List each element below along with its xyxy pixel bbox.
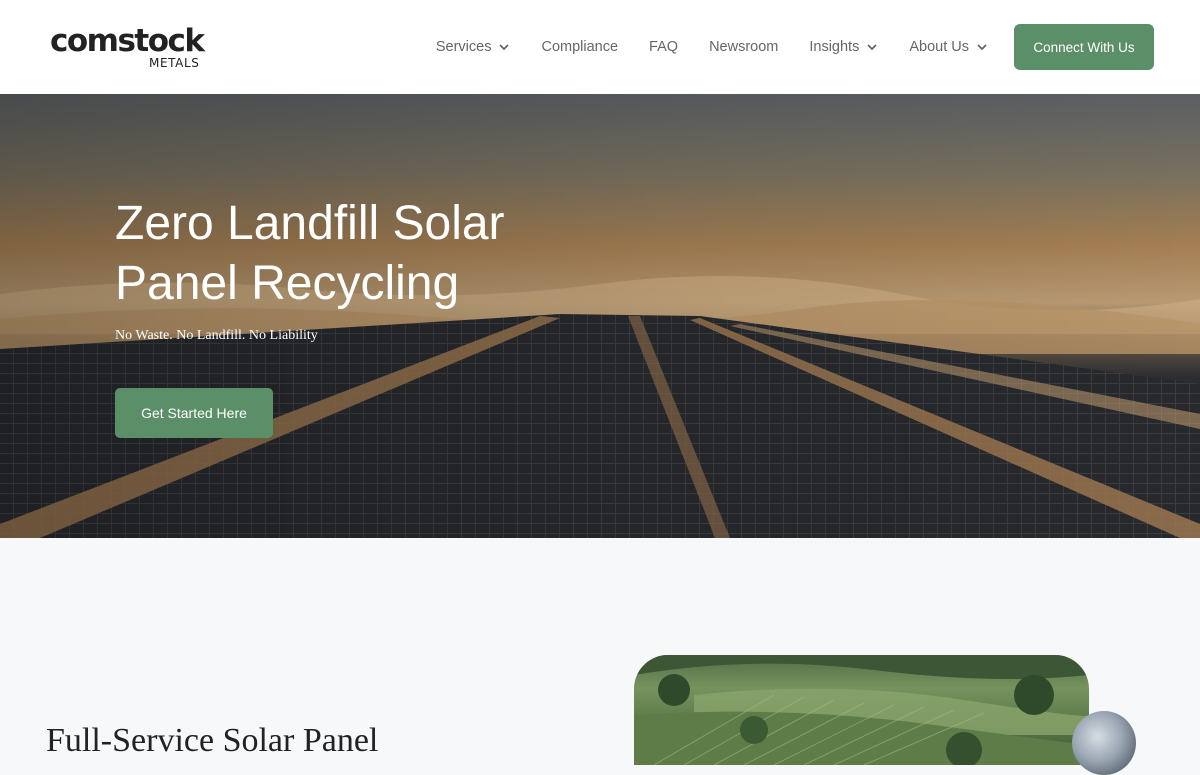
hero-overlay xyxy=(0,94,1200,538)
hero-subtitle: No Waste. No Landfill. No Liability xyxy=(115,328,318,343)
nav-item-insights[interactable]: Insights xyxy=(809,39,878,55)
nav-item-compliance[interactable]: Compliance xyxy=(541,39,618,55)
nav-item-newsroom[interactable]: Newsroom xyxy=(709,39,778,55)
main-nav: Services Compliance FAQ Newsroom Insight… xyxy=(436,24,1154,70)
nav-item-faq[interactable]: FAQ xyxy=(649,39,678,55)
connect-button[interactable]: Connect With Us xyxy=(1014,24,1154,70)
nav-item-about-us[interactable]: About Us xyxy=(909,39,988,55)
nav-label: Insights xyxy=(809,39,860,55)
hero-title: Zero Landfill Solar Panel Recycling xyxy=(115,197,505,310)
brand-logo[interactable]: comstock METALS xyxy=(50,22,220,74)
site-header: comstock METALS Services Compliance FAQ … xyxy=(0,0,1200,94)
nav-label: Newsroom xyxy=(709,39,779,55)
vineyard-image xyxy=(634,655,1089,765)
chevron-down-icon xyxy=(498,41,510,53)
get-started-button[interactable]: Get Started Here xyxy=(115,388,273,438)
section-heading: Full-Service Solar Panel xyxy=(46,722,379,759)
hero-banner: Zero Landfill Solar Panel Recycling No W… xyxy=(0,94,1200,538)
feature-circle-image xyxy=(1072,711,1136,775)
chevron-down-icon xyxy=(866,41,878,53)
nav-label: About Us xyxy=(909,39,969,55)
nav-label: Services xyxy=(435,39,492,55)
logo-wordmark: comstock xyxy=(50,23,205,59)
logo-subtitle: METALS xyxy=(149,56,200,70)
vineyard-illustration xyxy=(634,655,1089,765)
nav-label: Compliance xyxy=(541,39,619,55)
nav-label: FAQ xyxy=(649,39,679,55)
nav-item-services[interactable]: Services xyxy=(436,39,511,55)
chevron-down-icon xyxy=(976,41,988,53)
